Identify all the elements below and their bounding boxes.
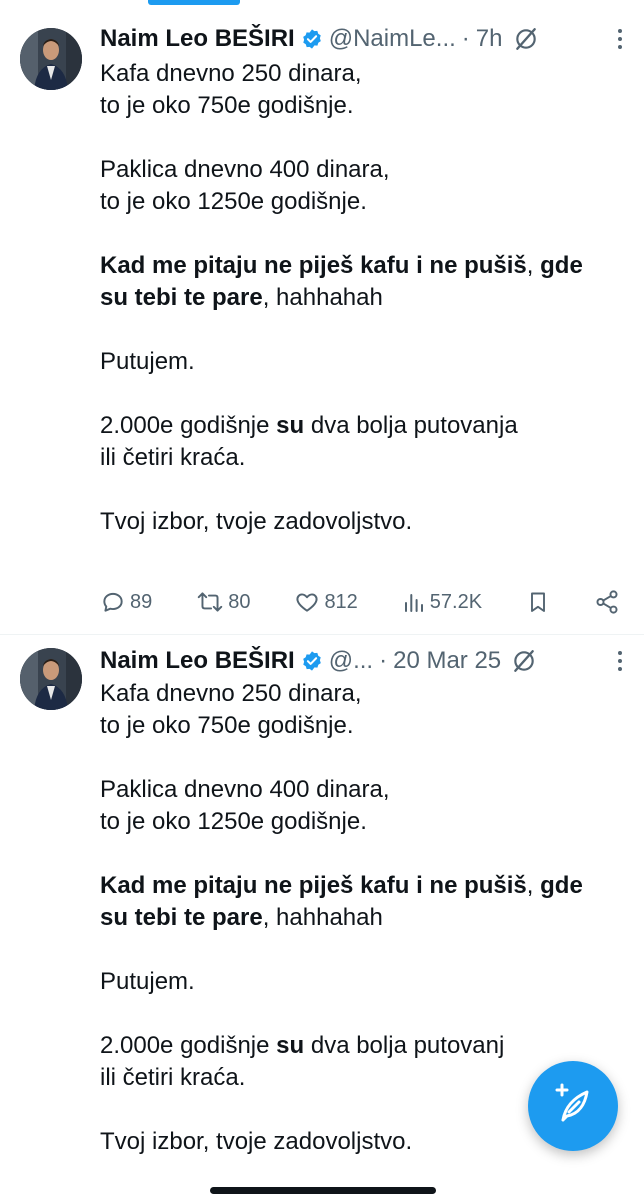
compose-button[interactable] bbox=[528, 1061, 618, 1151]
text-line: Tvoj izbor, tvoje zadovoljstvo. bbox=[100, 508, 413, 535]
tweet-divider bbox=[0, 634, 644, 635]
reply-button[interactable]: 89 bbox=[100, 589, 152, 615]
text-line: Putujem. bbox=[100, 968, 195, 995]
more-icon[interactable] bbox=[616, 28, 624, 50]
grok-icon[interactable] bbox=[513, 26, 539, 52]
like-icon bbox=[294, 589, 320, 615]
separator-dot: · bbox=[461, 25, 470, 52]
repost-icon bbox=[196, 589, 224, 615]
text-line: to je oko 1250e godišnje. bbox=[100, 808, 367, 835]
more-icon[interactable] bbox=[616, 650, 624, 672]
avatar[interactable] bbox=[20, 648, 82, 710]
share-button[interactable] bbox=[594, 589, 620, 615]
tweet-timestamp[interactable]: 20 Mar 25 bbox=[393, 646, 501, 676]
reply-icon bbox=[100, 589, 126, 615]
text-line: su tebi te pare, hahhahah bbox=[100, 904, 383, 931]
repost-count: 80 bbox=[228, 590, 251, 613]
text-line: to je oko 750e godišnje. bbox=[100, 92, 354, 119]
text-line: Kad me pitaju ne piješ kafu i ne pušiš, … bbox=[100, 252, 583, 279]
repost-button[interactable]: 80 bbox=[196, 589, 250, 615]
tweet-actions: 89 80 812 57.2K bbox=[100, 584, 620, 620]
verified-badge-icon bbox=[301, 28, 323, 50]
grok-icon[interactable] bbox=[511, 648, 537, 674]
avatar[interactable] bbox=[20, 28, 82, 90]
bookmark-button[interactable] bbox=[526, 589, 550, 615]
views-icon bbox=[402, 589, 426, 615]
text-line: Kafa dnevno 250 dinara, bbox=[100, 60, 362, 87]
views-button[interactable]: 57.2K bbox=[402, 589, 482, 615]
like-count: 812 bbox=[324, 590, 358, 613]
views-count: 57.2K bbox=[429, 590, 483, 613]
text-line: 2.000e godišnje su dva bolja putovanja bbox=[100, 412, 518, 439]
text-line: to je oko 1250e godišnje. bbox=[100, 188, 367, 215]
tweet[interactable]: Naim Leo BEŠIRI @NaimLe... · 7h Kafa dne… bbox=[0, 0, 644, 636]
text-line: Kafa dnevno 250 dinara, bbox=[100, 680, 362, 707]
like-button[interactable]: 812 bbox=[294, 589, 358, 615]
text-line: 2.000e godišnje su dva bolja putovanj bbox=[100, 1032, 505, 1059]
text-line: ili četiri kraća. bbox=[100, 444, 246, 471]
text-line: Paklica dnevno 400 dinara, bbox=[100, 776, 390, 803]
text-line: Putujem. bbox=[100, 348, 195, 375]
verified-badge-icon bbox=[301, 650, 323, 672]
author-handle[interactable]: @NaimLe... bbox=[329, 24, 456, 54]
text-line: su tebi te pare, hahhahah bbox=[100, 284, 383, 311]
text-line: Paklica dnevno 400 dinara, bbox=[100, 156, 390, 183]
tweet-text: Kafa dnevno 250 dinara, to je oko 750e g… bbox=[100, 58, 620, 570]
tweet-header: Naim Leo BEŠIRI @NaimLe... · 7h bbox=[100, 24, 624, 54]
tweet-timestamp[interactable]: 7h bbox=[476, 24, 503, 54]
text-line: Kad me pitaju ne piješ kafu i ne pušiš, … bbox=[100, 872, 583, 899]
share-icon bbox=[594, 589, 620, 615]
home-indicator[interactable] bbox=[210, 1187, 436, 1194]
reply-count: 89 bbox=[130, 590, 153, 613]
separator-dot: · bbox=[379, 647, 388, 674]
author-name[interactable]: Naim Leo BEŠIRI bbox=[100, 24, 295, 54]
author-name[interactable]: Naim Leo BEŠIRI bbox=[100, 646, 295, 676]
tweet-header: Naim Leo BEŠIRI @... · 20 Mar 25 bbox=[100, 646, 624, 676]
author-handle[interactable]: @... bbox=[329, 646, 373, 676]
text-line: to je oko 750e godišnje. bbox=[100, 712, 354, 739]
compose-icon bbox=[551, 1082, 595, 1131]
bookmark-icon bbox=[526, 589, 550, 615]
